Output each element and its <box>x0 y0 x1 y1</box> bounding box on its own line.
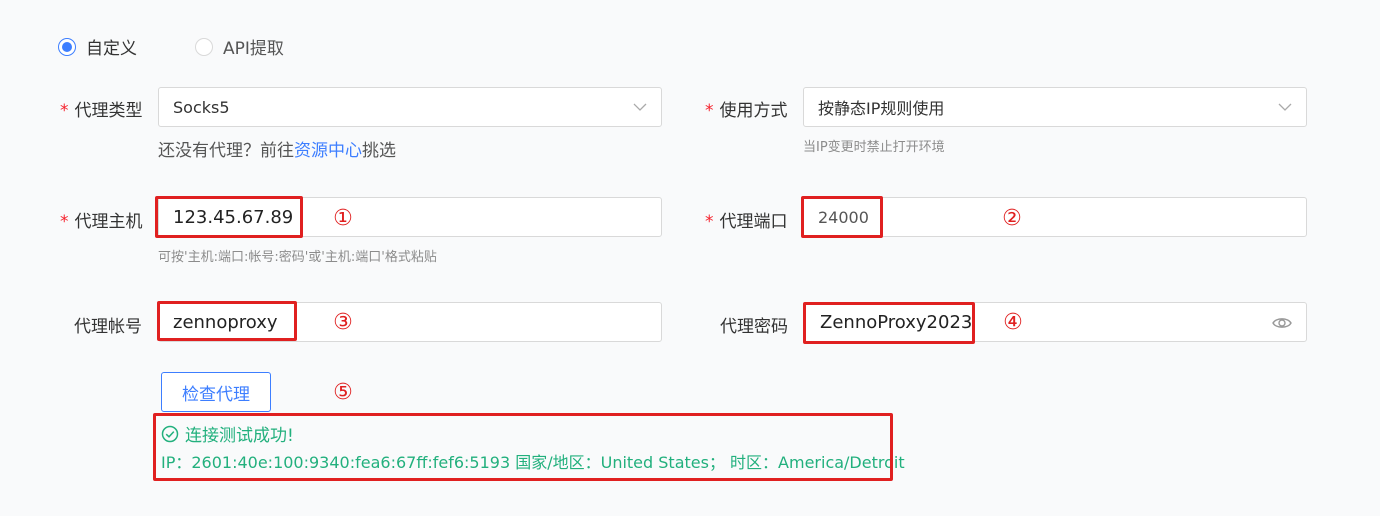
usage-mode-select[interactable]: 按静态IP规则使用 <box>803 87 1307 127</box>
connection-status: 连接测试成功! <box>161 421 294 446</box>
required-mark: * <box>60 101 69 121</box>
proxy-account-value: zennoproxy <box>173 311 278 333</box>
radio-api[interactable]: API提取 <box>195 34 284 59</box>
annotation-marker-3: ③ <box>333 309 353 335</box>
proxy-port-label: * 代理端口 <box>705 212 788 232</box>
proxy-type-value: Socks5 <box>173 97 230 117</box>
usage-mode-value: 按静态IP规则使用 <box>818 99 945 118</box>
proxy-host-label: * 代理主机 <box>60 212 143 232</box>
proxy-password-value: ZennoProxy2023 <box>820 311 973 333</box>
required-mark: * <box>705 101 714 121</box>
check-circle-icon <box>161 425 179 442</box>
proxy-host-value: 123.45.67.89 <box>173 206 294 228</box>
required-mark: * <box>705 212 714 232</box>
proxy-password-input[interactable]: ZennoProxy2023 <box>803 302 1307 342</box>
usage-mode-label: * 使用方式 <box>705 101 788 121</box>
proxy-port-input[interactable]: 24000 <box>803 197 1307 237</box>
resource-center-link[interactable]: 资源中心 <box>294 141 362 161</box>
proxy-password-label: 代理密码 <box>720 317 788 337</box>
eye-icon[interactable] <box>1272 315 1292 331</box>
proxy-host-input[interactable]: 123.45.67.89 <box>158 197 662 237</box>
chevron-down-icon <box>633 103 647 111</box>
annotation-marker-1: ① <box>333 205 353 231</box>
radio-checked-icon <box>58 37 76 56</box>
proxy-account-label: 代理帐号 <box>74 317 142 337</box>
radio-unchecked-icon <box>195 37 213 56</box>
proxy-port-value: 24000 <box>818 207 869 227</box>
connection-status-text: 连接测试成功! <box>185 426 294 446</box>
annotation-marker-4: ④ <box>1003 309 1023 335</box>
radio-custom-label: 自定义 <box>86 39 137 59</box>
check-proxy-button[interactable]: 检查代理 <box>161 372 271 412</box>
radio-api-label: API提取 <box>223 39 284 59</box>
radio-custom[interactable]: 自定义 <box>58 34 137 59</box>
annotation-marker-5: ⑤ <box>333 379 353 405</box>
proxy-account-input[interactable]: zennoproxy <box>158 302 662 342</box>
required-mark: * <box>60 212 69 232</box>
annotation-marker-2: ② <box>1002 205 1022 231</box>
connection-details: IP：2601:40e:100:9340:fea6:67ff:fef6:5193… <box>161 453 905 472</box>
proxy-type-label: * 代理类型 <box>60 101 143 121</box>
chevron-down-icon <box>1278 103 1292 111</box>
proxy-type-select[interactable]: Socks5 <box>158 87 662 127</box>
proxy-host-hint: 可按'主机:端口:帐号:密码'或'主机:端口'格式粘贴 <box>158 250 437 265</box>
proxy-type-hint: 还没有代理？前往资源中心挑选 <box>158 141 396 161</box>
usage-mode-hint: 当IP变更时禁止打开环境 <box>803 140 945 155</box>
